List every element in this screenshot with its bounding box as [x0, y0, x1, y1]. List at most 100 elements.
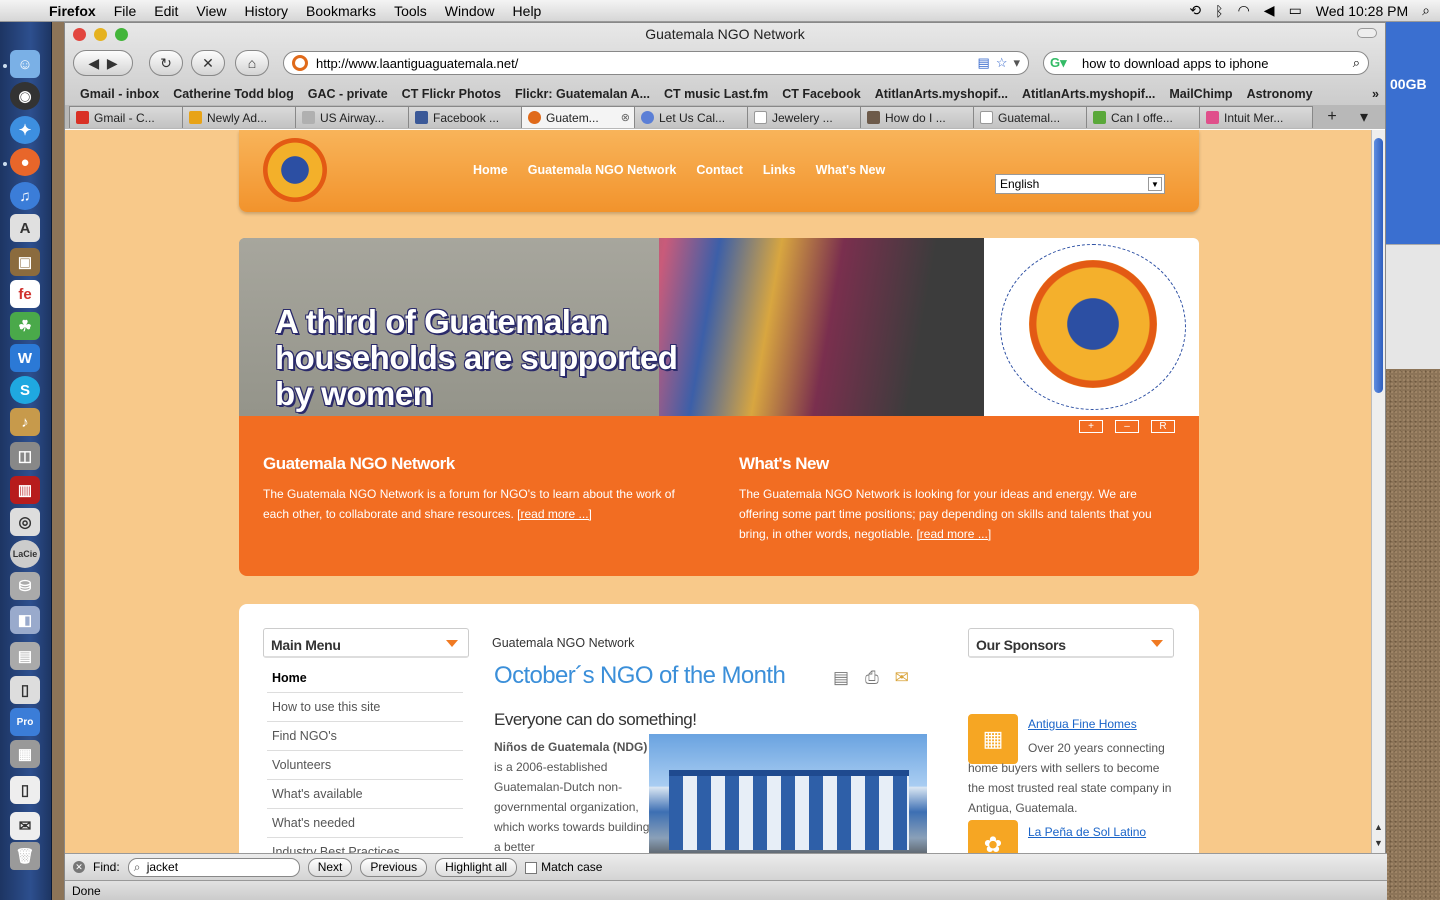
menu-history[interactable]: History [235, 3, 297, 19]
document-icon[interactable]: ▯ [10, 776, 40, 804]
menu-bookmarks[interactable]: Bookmarks [297, 3, 385, 19]
find-next-button[interactable]: Next [307, 857, 353, 877]
stop-button[interactable]: ✕ [191, 50, 225, 76]
nav-whats-new[interactable]: What's New [816, 163, 886, 177]
url-bar[interactable]: http://www.laantiguaguatemala.net/ ▤ ☆ ▾ [283, 51, 1029, 75]
back-forward-button[interactable]: ◀ ▶ [73, 50, 133, 76]
tab[interactable]: Newly Ad... [182, 106, 296, 128]
tab[interactable]: Intuit Mer... [1199, 106, 1313, 128]
tab[interactable]: Guatemal... [973, 106, 1087, 128]
bookmark-item[interactable]: Gmail - inbox [73, 87, 166, 101]
menubar-clock[interactable]: Wed 10:28 PM [1316, 3, 1408, 19]
nav-guatemala-ngo-network[interactable]: Guatemala NGO Network [528, 163, 677, 177]
home-button[interactable]: ⌂ [235, 50, 269, 76]
sponsor-link[interactable]: La Peña de Sol Latino [1028, 822, 1146, 842]
skype-icon[interactable]: S [10, 376, 40, 404]
search-bar[interactable]: G▾ how to download apps to iphone ⌕ [1043, 51, 1369, 75]
nav-contact[interactable]: Contact [696, 163, 743, 177]
menu-item-home[interactable]: Home [267, 664, 463, 693]
highlight-all-button[interactable]: Highlight all [435, 857, 518, 877]
read-more-link[interactable]: [read more ...] [517, 507, 592, 521]
tab[interactable]: US Airway... [295, 106, 409, 128]
menu-item-whats-needed[interactable]: What's needed [267, 809, 463, 838]
menu-item-whats-available[interactable]: What's available [267, 780, 463, 809]
bookmark-item[interactable]: CT music Last.fm [657, 87, 775, 101]
document-icon[interactable]: ▯ [10, 676, 40, 704]
photo-booth-icon[interactable]: ◫ [10, 442, 40, 470]
find-input[interactable]: jacket [127, 857, 300, 877]
tab[interactable]: Facebook ... [408, 106, 522, 128]
bookmark-item[interactable]: MailChimp [1162, 87, 1239, 101]
textedit-icon[interactable]: A [10, 214, 40, 242]
dashboard-icon[interactable]: ◉ [10, 82, 40, 110]
scroll-down-icon[interactable]: ▼ [1374, 838, 1383, 848]
menu-view[interactable]: View [187, 3, 235, 19]
volume-icon[interactable]: ◀ [1264, 2, 1275, 19]
search-icon[interactable]: ⌕ [1353, 55, 1368, 71]
finder-icon[interactable]: ☺ [10, 50, 40, 78]
bookmark-item[interactable]: Catherine Todd blog [166, 87, 301, 101]
ngo-network-logo[interactable] [263, 138, 327, 202]
bookmark-item[interactable]: Flickr: Guatemalan A... [508, 87, 657, 101]
menu-help[interactable]: Help [504, 3, 551, 19]
nav-home[interactable]: Home [473, 163, 508, 177]
menu-item-find-ngos[interactable]: Find NGO's [267, 722, 463, 751]
spotlight-icon[interactable]: ⌕ [1422, 2, 1430, 19]
mail-doc-icon[interactable]: ✉ [10, 812, 40, 840]
lacie-icon[interactable]: LaCie [10, 540, 40, 568]
firefox-icon[interactable]: ● [10, 148, 40, 176]
tab-list-icon[interactable]: ▾ [1352, 107, 1376, 127]
tab[interactable]: How do I ... [860, 106, 974, 128]
pro-app-icon[interactable]: Pro [10, 708, 40, 736]
tab[interactable]: Can I offe... [1086, 106, 1200, 128]
sponsor-link[interactable]: Antigua Fine Homes [1028, 714, 1137, 734]
sponsors-header[interactable]: Our Sponsors [968, 628, 1174, 658]
rss-icon[interactable]: ▤ [978, 55, 990, 71]
dvd-player-icon[interactable]: ◎ [10, 508, 40, 536]
bookmark-item[interactable]: GAC - private [301, 87, 395, 101]
nav-links[interactable]: Links [763, 163, 796, 177]
find-previous-button[interactable]: Previous [360, 857, 428, 877]
bluetooth-icon[interactable]: ᛒ [1215, 3, 1223, 19]
stack-icon[interactable]: ▦ [10, 740, 40, 768]
menu-file[interactable]: File [105, 3, 146, 19]
scanner-icon[interactable]: ▤ [10, 642, 40, 670]
slide-reset-button[interactable]: R [1151, 420, 1175, 433]
slide-zoom-in-button[interactable]: + [1079, 420, 1103, 433]
fetch-icon[interactable]: fe [10, 280, 40, 308]
menu-item-how-to-use[interactable]: How to use this site [267, 693, 463, 722]
safari-icon[interactable]: ✦ [10, 116, 40, 144]
google-search-engine-icon[interactable]: G▾ [1050, 55, 1072, 71]
tab[interactable]: Gmail - C... [69, 106, 183, 128]
time-machine-icon[interactable]: ⟲ [1189, 2, 1201, 19]
url-dropdown-icon[interactable]: ▾ [1013, 55, 1020, 71]
growl-icon[interactable]: ☘ [10, 312, 40, 340]
bookmarks-overflow-icon[interactable]: » [1365, 87, 1385, 101]
bookmark-item[interactable]: CT Facebook [775, 87, 868, 101]
bookmark-item[interactable]: Astronomy [1240, 87, 1320, 101]
menu-edit[interactable]: Edit [145, 3, 187, 19]
garageband-icon[interactable]: ♪ [10, 408, 40, 436]
url-text[interactable]: http://www.laantiguaguatemala.net/ [316, 56, 518, 71]
bookmark-item[interactable]: CT Flickr Photos [395, 87, 508, 101]
battery-icon[interactable]: ▭ [1289, 2, 1302, 19]
reload-button[interactable]: ↻ [149, 50, 183, 76]
checkbox-icon[interactable] [525, 861, 538, 874]
pdf-icon[interactable]: ▤ [833, 668, 849, 688]
tab-active[interactable]: Guatem... ⊗ [521, 106, 635, 128]
page-scrollbar[interactable]: ▲ ▼ [1371, 130, 1385, 853]
preview-icon[interactable]: ◧ [10, 606, 40, 634]
print-icon[interactable]: ⎙ [865, 668, 879, 688]
tab[interactable]: Jewelery ... [747, 106, 861, 128]
bookmark-item[interactable]: AtitlanArts.myshopif... [868, 87, 1015, 101]
main-menu-header[interactable]: Main Menu [263, 628, 469, 658]
slide-zoom-out-button[interactable]: – [1115, 420, 1139, 433]
menu-item-industry-best-practices[interactable]: Industry Best Practices [267, 838, 463, 853]
forward-icon[interactable]: ▶ [107, 55, 118, 72]
wifi-icon[interactable]: ◠ [1238, 2, 1250, 19]
language-select[interactable]: English ▼ [995, 174, 1165, 194]
menu-item-volunteers[interactable]: Volunteers [267, 751, 463, 780]
article-title[interactable]: October´s NGO of the Month [494, 662, 786, 690]
photo-app-icon[interactable]: ▥ [10, 476, 40, 504]
search-input[interactable]: how to download apps to iphone [1082, 56, 1268, 71]
